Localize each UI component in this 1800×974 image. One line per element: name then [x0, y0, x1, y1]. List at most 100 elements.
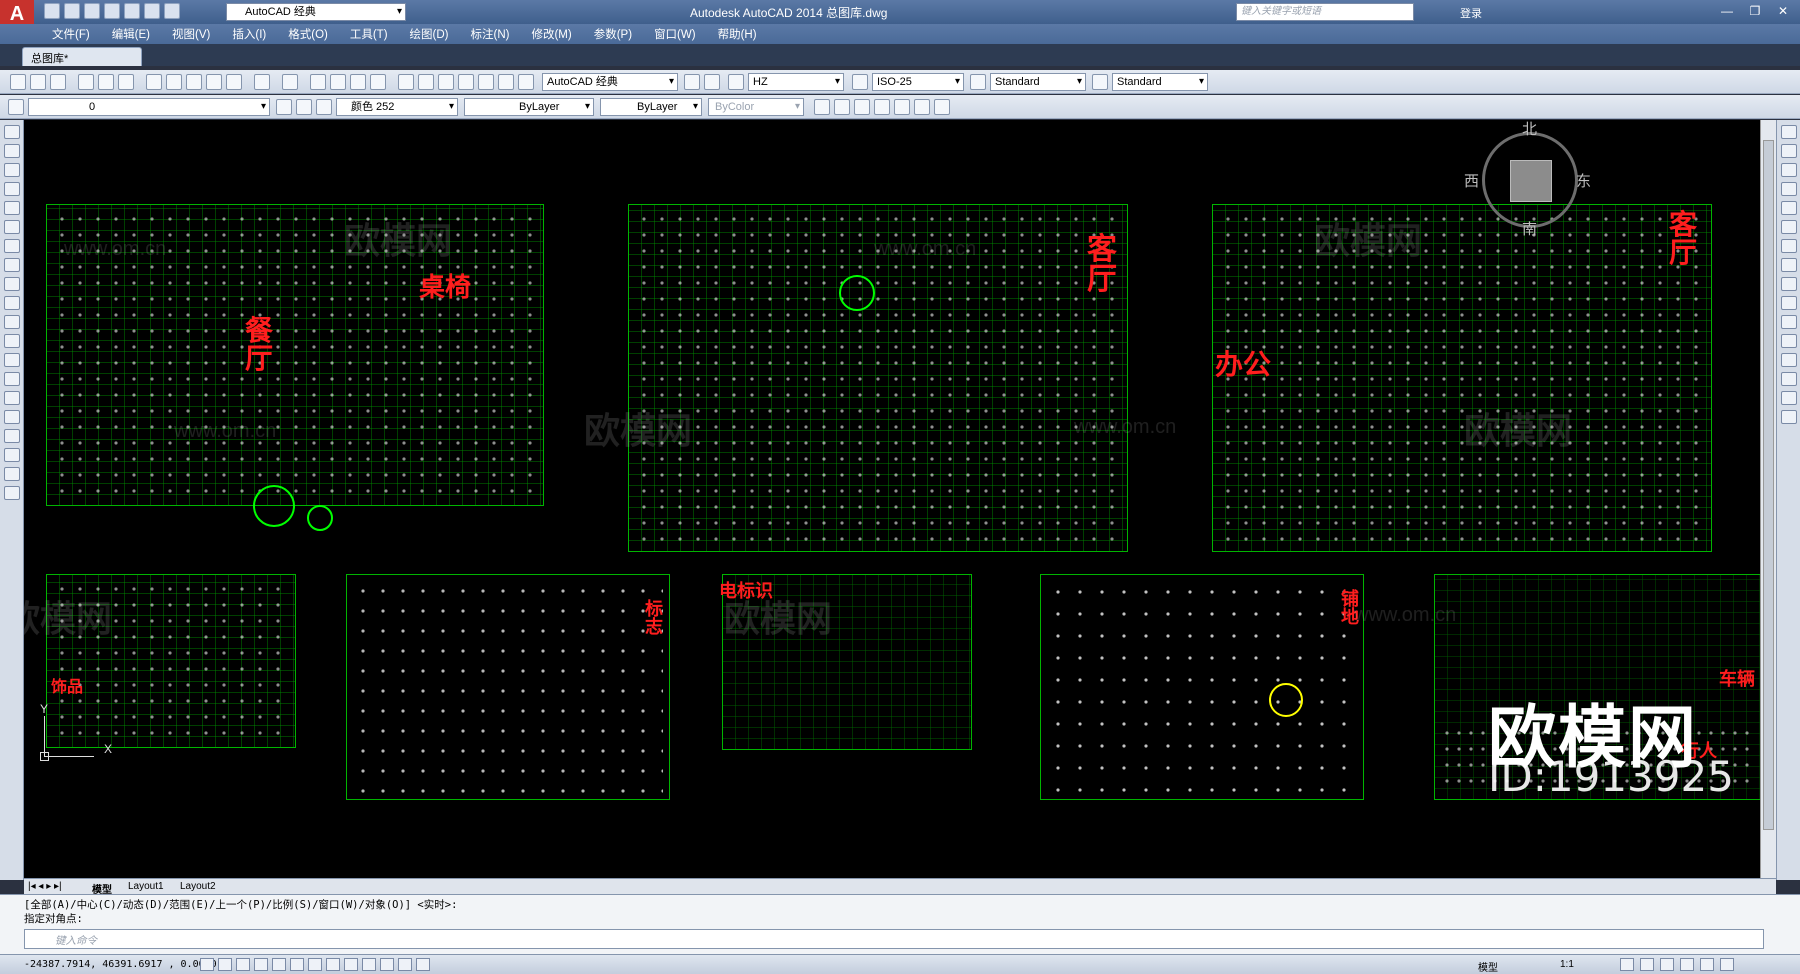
gradient-icon[interactable] — [3, 410, 20, 424]
redo-icon[interactable] — [164, 3, 180, 19]
viewcube[interactable]: 北 南 东 西 — [1464, 121, 1591, 238]
rotate-icon[interactable] — [1780, 239, 1797, 253]
save-icon[interactable] — [84, 3, 100, 19]
lock-ui-icon[interactable] — [1660, 958, 1674, 971]
menu-file[interactable]: 文件(F) — [52, 26, 90, 42]
clean-screen-icon[interactable] — [704, 74, 720, 90]
polyline-icon[interactable] — [3, 163, 20, 177]
visual-style-icon[interactable] — [854, 99, 870, 115]
paste-icon[interactable] — [186, 74, 202, 90]
vertical-scrollbar[interactable] — [1760, 120, 1776, 878]
viewcube-top-face[interactable] — [1510, 160, 1552, 202]
layer-manager-icon[interactable] — [8, 99, 24, 115]
compass-south[interactable]: 南 — [1522, 218, 1537, 239]
scale-icon[interactable] — [1780, 258, 1797, 272]
menu-insert[interactable]: 插入(I) — [232, 26, 266, 42]
hardware-acceleration-icon[interactable] — [1680, 958, 1694, 971]
extend-icon[interactable] — [1780, 315, 1797, 329]
print-icon[interactable] — [124, 3, 140, 19]
menu-help[interactable]: 帮助(H) — [718, 26, 757, 42]
menu-dimension[interactable]: 标注(N) — [471, 26, 510, 42]
block-editor-icon[interactable] — [226, 74, 242, 90]
chamfer-icon[interactable] — [1780, 372, 1797, 386]
command-input[interactable]: 键入命令 — [24, 929, 1764, 949]
copy-object-icon[interactable] — [1780, 144, 1797, 158]
dim-style-select[interactable]: ISO-25 — [872, 73, 964, 91]
workspace-select[interactable]: AutoCAD 经典 — [542, 73, 678, 91]
hatch-icon[interactable] — [3, 391, 20, 405]
menu-view[interactable]: 视图(V) — [172, 26, 210, 42]
tab-nav-arrows[interactable]: |◂ ◂ ▸ ▸| — [28, 881, 62, 892]
3d-object-snap-icon[interactable] — [290, 958, 304, 971]
ortho-mode-icon[interactable] — [236, 958, 250, 971]
menu-modify[interactable]: 修改(M) — [531, 26, 571, 42]
menu-parametric[interactable]: 参数(P) — [594, 26, 632, 42]
restore-icon[interactable]: ❐ — [1742, 2, 1768, 20]
zoom-realtime-icon[interactable] — [330, 74, 346, 90]
open-icon[interactable] — [64, 3, 80, 19]
arc-icon[interactable] — [3, 220, 20, 234]
region-icon[interactable] — [3, 429, 20, 443]
add-selected-icon[interactable] — [3, 486, 20, 500]
ellipse-arc-icon[interactable] — [3, 315, 20, 329]
light-icon[interactable] — [894, 99, 910, 115]
transparency-icon[interactable] — [380, 958, 394, 971]
polar-tracking-icon[interactable] — [254, 958, 268, 971]
zoom-window-icon[interactable] — [350, 74, 366, 90]
join-icon[interactable] — [1780, 353, 1797, 367]
model-space-button[interactable]: 模型 — [1478, 959, 1498, 974]
trim-icon[interactable] — [1780, 296, 1797, 310]
offset-icon[interactable] — [1780, 182, 1797, 196]
markup-icon[interactable] — [478, 74, 494, 90]
undo-icon[interactable] — [254, 74, 270, 90]
line-icon[interactable] — [3, 125, 20, 139]
save-as-icon[interactable] — [104, 3, 120, 19]
help-icon[interactable] — [518, 74, 534, 90]
multiline-text-icon[interactable] — [3, 467, 20, 481]
annotation-scale[interactable]: 1:1 — [1560, 959, 1574, 970]
spline-icon[interactable] — [3, 277, 20, 291]
point-icon[interactable] — [3, 372, 20, 386]
render-icon[interactable] — [834, 99, 850, 115]
make-current-icon[interactable] — [276, 99, 292, 115]
break-icon[interactable] — [1780, 334, 1797, 348]
polygon-icon[interactable] — [3, 182, 20, 196]
erase-icon[interactable] — [1780, 125, 1797, 139]
dim-style-icon[interactable] — [852, 74, 868, 90]
menu-format[interactable]: 格式(O) — [288, 26, 328, 42]
move-icon[interactable] — [1780, 220, 1797, 234]
preview-icon[interactable] — [98, 74, 114, 90]
multileader-style-select[interactable]: Standard — [1112, 73, 1208, 91]
dynamic-input-icon[interactable] — [344, 958, 358, 971]
ucs-toggle-icon[interactable] — [326, 958, 340, 971]
lineweight-select[interactable]: ByLayer — [600, 98, 702, 116]
menu-tools[interactable]: 工具(T) — [350, 26, 388, 42]
fillet-icon[interactable] — [1780, 391, 1797, 405]
quickcalc-icon[interactable] — [498, 74, 514, 90]
material-icon[interactable] — [914, 99, 930, 115]
object-snap-icon[interactable] — [272, 958, 286, 971]
table-style-select[interactable]: Standard — [990, 73, 1086, 91]
plot-icon[interactable] — [78, 74, 94, 90]
stretch-icon[interactable] — [1780, 277, 1797, 291]
workspace-settings-icon[interactable] — [684, 74, 700, 90]
text-style-select[interactable]: HZ — [748, 73, 844, 91]
orbit-icon[interactable] — [874, 99, 890, 115]
new-icon[interactable] — [44, 3, 60, 19]
linetype-select[interactable]: ByLayer — [464, 98, 594, 116]
mirror-icon[interactable] — [1780, 163, 1797, 177]
object-snap-tracking-icon[interactable] — [308, 958, 322, 971]
layer-previous-icon[interactable] — [296, 99, 312, 115]
insert-block-icon[interactable] — [3, 334, 20, 348]
camera-icon[interactable] — [934, 99, 950, 115]
multileader-style-icon[interactable] — [1092, 74, 1108, 90]
table-icon[interactable] — [3, 448, 20, 462]
lineweight-toggle-icon[interactable] — [362, 958, 376, 971]
menu-draw[interactable]: 绘图(D) — [410, 26, 449, 42]
layer-select[interactable]: 0 — [28, 98, 270, 116]
grid-display-icon[interactable] — [218, 958, 232, 971]
sheet-set-icon[interactable] — [458, 74, 474, 90]
properties-icon[interactable] — [398, 74, 414, 90]
tab-document[interactable]: 总图库* — [22, 47, 142, 66]
pan-icon[interactable] — [310, 74, 326, 90]
